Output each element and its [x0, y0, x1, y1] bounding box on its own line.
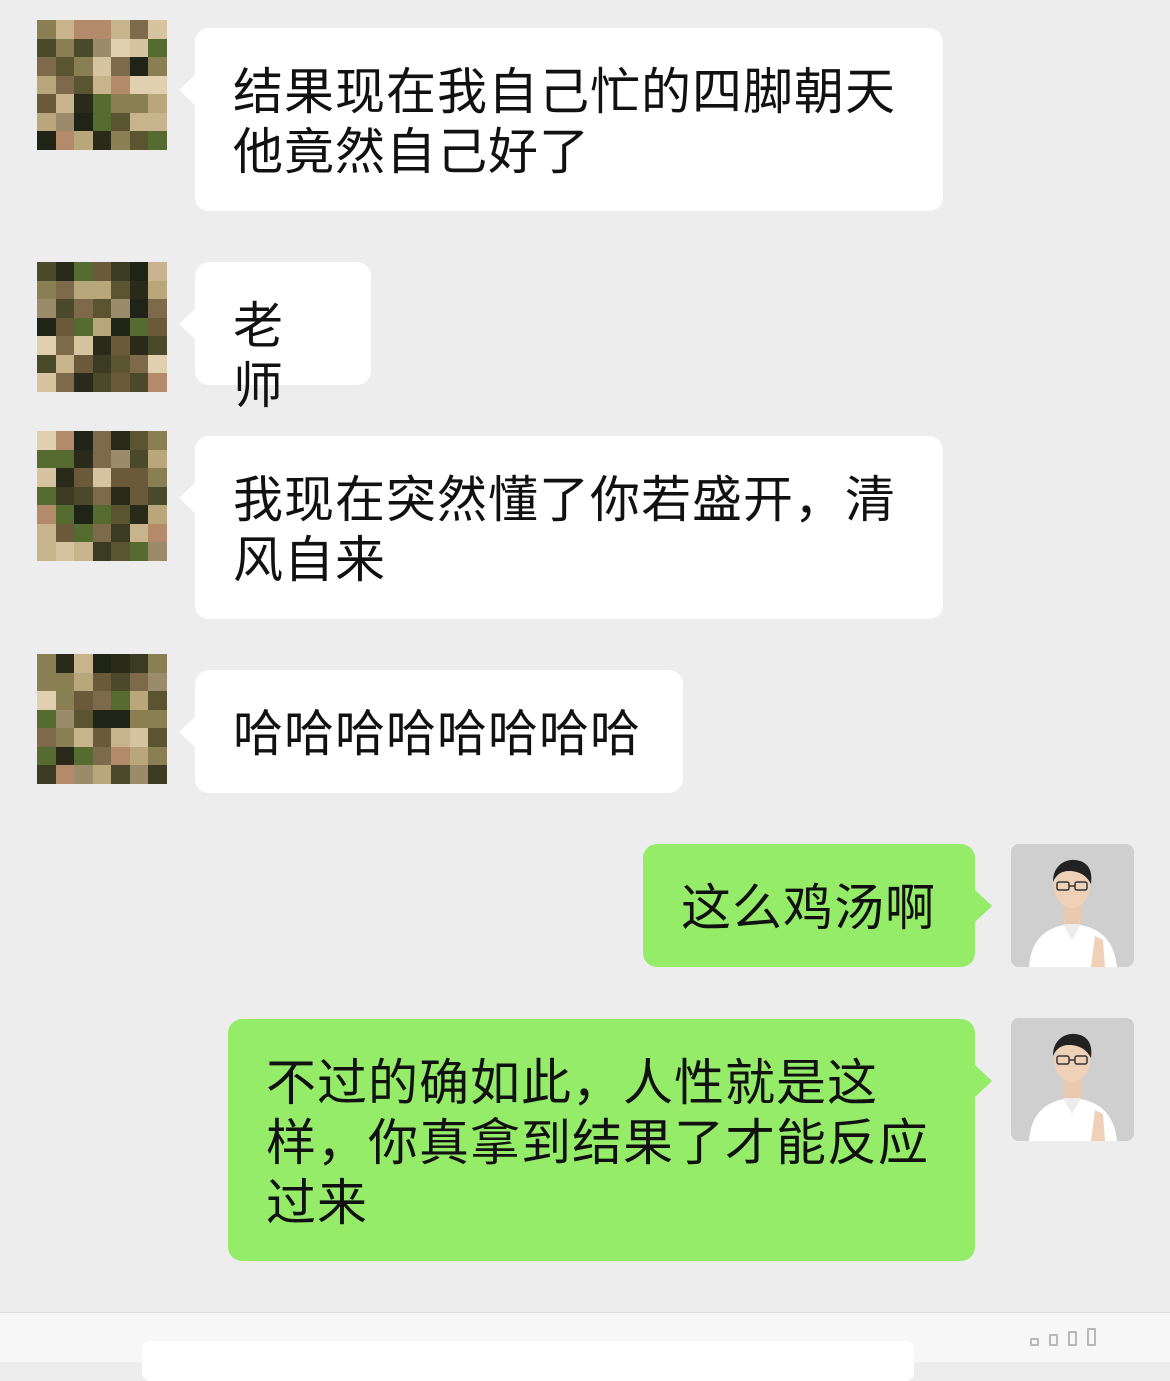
message-bubble-incoming[interactable]: 结果现在我自己忙的四脚朝天 他竟然自己好了: [179, 28, 943, 211]
user-avatar[interactable]: [1011, 844, 1134, 967]
contact-avatar[interactable]: [37, 262, 167, 392]
input-bar: [0, 1312, 1170, 1381]
message-bubble-incoming[interactable]: 哈哈哈哈哈哈哈哈: [179, 670, 683, 793]
message-text: 老师: [233, 297, 284, 415]
message-bubble-outgoing[interactable]: 这么鸡汤啊: [643, 844, 992, 967]
contact-avatar[interactable]: [37, 654, 167, 784]
message-text: 不过的确如此，人性就是这 样，你真拿到结果了才能反应 过来: [266, 1054, 929, 1232]
person-photo-icon: [1011, 844, 1134, 967]
message-text: 结果现在我自己忙的四脚朝天 他竟然自己好了: [233, 63, 896, 181]
message-bubble-outgoing[interactable]: 不过的确如此，人性就是这 样，你真拿到结果了才能反应 过来: [228, 1019, 992, 1261]
contact-avatar[interactable]: [37, 20, 167, 150]
signal-icon: [1030, 1328, 1096, 1346]
user-avatar[interactable]: [1011, 1018, 1134, 1141]
message-bubble-incoming[interactable]: 我现在突然懂了你若盛开，清 风自来: [179, 436, 943, 619]
message-text: 哈哈哈哈哈哈哈哈: [233, 705, 641, 763]
message-text: 这么鸡汤啊: [681, 879, 936, 937]
message-bubble-incoming[interactable]: 老师: [179, 262, 371, 415]
contact-avatar[interactable]: [37, 431, 167, 561]
message-input[interactable]: [142, 1341, 914, 1381]
person-photo-icon: [1011, 1018, 1134, 1141]
message-text: 我现在突然懂了你若盛开，清 风自来: [233, 471, 896, 589]
chat-message-list[interactable]: 结果现在我自己忙的四脚朝天 他竟然自己好了 老师 我现在突然懂了你若盛开，清 风…: [0, 0, 1170, 1310]
